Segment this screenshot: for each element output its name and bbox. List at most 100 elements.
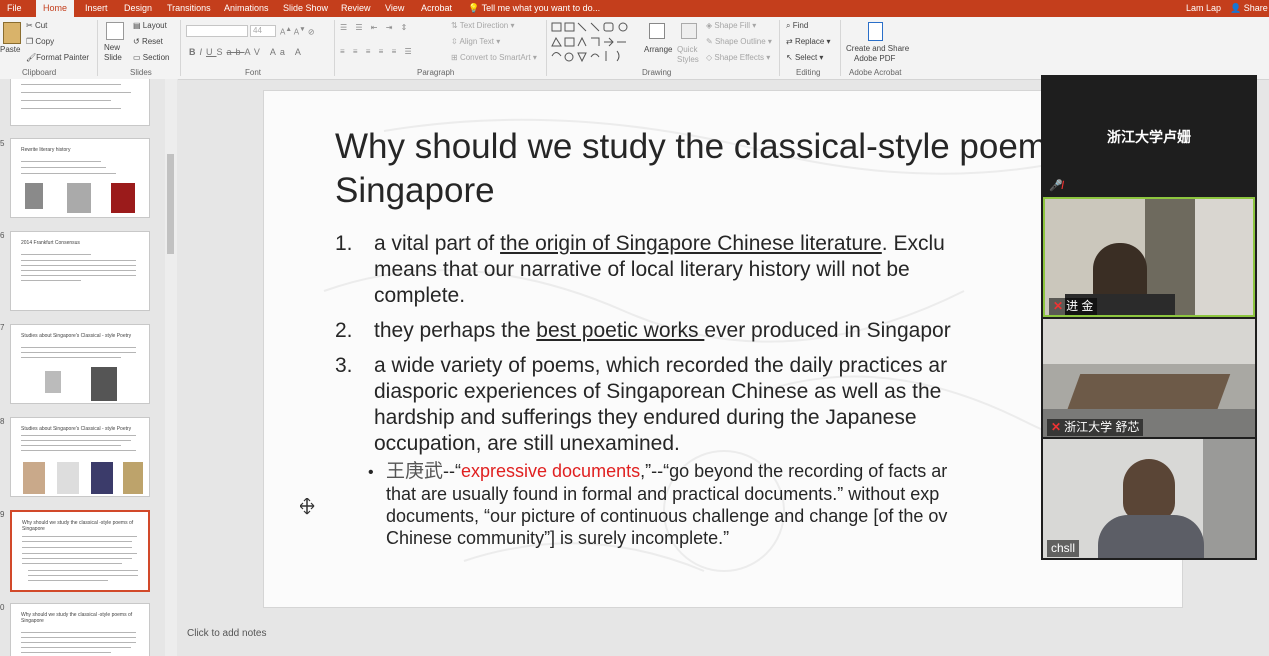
shape-effects-button[interactable]: ◇ Shape Effects ▾	[706, 53, 770, 63]
tab-review[interactable]: Review	[334, 0, 378, 17]
layout-button[interactable]: ▤ Layout	[133, 21, 167, 31]
text-direction-button[interactable]: ⇅ Text Direction ▾	[451, 21, 515, 31]
sub-point-line-4[interactable]: Chinese community”] is surely incomplete…	[386, 527, 729, 549]
format-painter-button[interactable]: 🖌Format Painter	[26, 53, 89, 63]
divider	[97, 20, 98, 76]
notes-pane[interactable]: Click to add notes	[178, 620, 1269, 656]
point-3-line-1[interactable]: a wide variety of poems, which recorded …	[374, 353, 947, 379]
replace-icon: ⇄	[786, 37, 793, 46]
tab-transitions[interactable]: Transitions	[160, 0, 218, 17]
copy-button[interactable]: ❐ Copy	[26, 37, 54, 47]
video-tile-speaker[interactable]: chsll	[1043, 439, 1255, 558]
thumb-text-line	[21, 270, 136, 271]
tab-design[interactable]: Design	[117, 0, 159, 17]
thumb-text-line	[21, 173, 116, 174]
font-size-box[interactable]: 44	[250, 25, 276, 37]
reset-button[interactable]: ↺ Reset	[133, 37, 163, 47]
thumbnail-scrollbar[interactable]	[165, 79, 177, 656]
slide-thumbnail-9-selected[interactable]: Why should we study the classical -style…	[10, 510, 150, 592]
shape-fill-label: Shape Fill	[714, 21, 750, 30]
sub-text-rest: ,”--“go beyond the recording of facts ar	[640, 461, 948, 481]
align-text-button[interactable]: ⇳ Align Text ▾	[451, 37, 500, 47]
thumb-text-line	[21, 265, 136, 266]
find-button[interactable]: ⌕ Find	[786, 21, 808, 31]
slide-title[interactable]: Why should we study the classical-style …	[335, 125, 1115, 213]
align-buttons[interactable]: ≡ ≡ ≡ ≡ ≡ ☰	[340, 47, 415, 57]
user-name[interactable]: Lam Lap	[1186, 0, 1221, 17]
point-3-line-3[interactable]: hardship and sufferings they endured dur…	[374, 405, 917, 431]
layout-icon: ▤	[133, 21, 141, 30]
copy-icon: ❐	[26, 37, 34, 46]
create-share-button[interactable]: Create and Share	[846, 44, 909, 54]
slide-thumbnail-6[interactable]: 2014 Frankfurt Consensus	[10, 231, 150, 311]
replace-button[interactable]: ⇄ Replace ▾	[786, 37, 831, 47]
thumb-text-line	[21, 280, 81, 281]
tab-home[interactable]: Home	[36, 0, 75, 17]
section-button[interactable]: ▭ Section	[133, 53, 169, 63]
paste-icon[interactable]	[3, 22, 21, 44]
select-button[interactable]: ↖ Select ▾	[786, 53, 823, 63]
video-tile-active-speaker[interactable]: ✕ 进 金	[1043, 197, 1255, 317]
share-button[interactable]: 👤 Share	[1230, 0, 1268, 17]
tab-slide-show[interactable]: Slide Show	[276, 0, 335, 17]
notes-placeholder[interactable]: Click to add notes	[187, 628, 267, 639]
point-2-underlined: best poetic works	[536, 319, 705, 342]
sub-point-line-2[interactable]: that are usually found in formal and pra…	[386, 483, 939, 505]
arrange-icon[interactable]	[649, 23, 665, 39]
room-wall	[1043, 319, 1255, 364]
convert-smartart-label: Convert to SmartArt	[459, 53, 531, 62]
section-icon: ▭	[133, 53, 141, 62]
new-slide-button[interactable]: New Slide	[104, 43, 128, 63]
align-text-icon: ⇳	[451, 37, 458, 46]
tab-view[interactable]: View	[378, 0, 411, 17]
quick-styles-button[interactable]: Quick Styles	[677, 45, 703, 65]
thumb-image	[25, 183, 43, 209]
tab-acrobat[interactable]: Acrobat	[414, 0, 459, 17]
effects-icon: ◇	[706, 53, 713, 62]
list-buttons[interactable]: ☰ ☰ ⇤ ⇥ ⇕	[340, 23, 410, 33]
arrange-button[interactable]: Arrange	[644, 45, 672, 55]
cut-button[interactable]: ✂ Cut	[26, 21, 47, 31]
point-3-line-2[interactable]: diasporic experiences of Singaporean Chi…	[374, 379, 941, 405]
slide-thumbnail-10[interactable]: Why should we study the classical -style…	[10, 603, 150, 656]
adobe-pdf-icon[interactable]	[868, 22, 883, 41]
sub-point-line-1[interactable]: 王庚武--“expressive documents,”--“go beyond…	[386, 460, 947, 482]
tab-file[interactable]: File	[0, 0, 29, 17]
font-name-box[interactable]	[186, 25, 248, 37]
format-painter-label: Format Painter	[36, 53, 90, 62]
font-style-buttons[interactable]: BIUSabAV Aa A	[189, 47, 305, 57]
new-slide-icon[interactable]	[106, 22, 124, 40]
align-text-label: Align Text	[459, 37, 495, 46]
point-1-number: 1.	[335, 232, 353, 255]
tab-animations[interactable]: Animations	[217, 0, 276, 17]
quick-styles-icon[interactable]	[681, 23, 697, 39]
paste-button[interactable]: Paste	[0, 45, 20, 55]
tab-insert[interactable]: Insert	[78, 0, 115, 17]
thumb-text-line	[21, 632, 136, 633]
slide-thumbnail-4[interactable]	[10, 79, 150, 126]
font-size-buttons[interactable]: A▲ A▼ ⊘	[280, 25, 315, 38]
video-tile-name-only[interactable]: 浙江大学卢姗 🎤̸	[1043, 77, 1255, 195]
convert-smartart-button[interactable]: ⊞ Convert to SmartArt ▾	[451, 53, 537, 63]
slide-thumbnail-5[interactable]: Rewrite literary history	[10, 138, 150, 218]
shapes-gallery[interactable]	[551, 21, 641, 63]
point-1-line-2[interactable]: means that our narrative of local litera…	[374, 257, 910, 283]
font-group-label: Font	[245, 68, 262, 77]
thumb-text-line	[21, 167, 106, 168]
shape-outline-button[interactable]: ✎ Shape Outline ▾	[706, 37, 772, 47]
slide-number: 9	[0, 510, 5, 519]
thumb-text-line	[21, 254, 91, 255]
shape-fill-button[interactable]: ◈ Shape Fill ▾	[706, 21, 756, 31]
scissors-icon: ✂	[26, 21, 33, 30]
point-3-line-4[interactable]: occupation, are still unexamined.	[374, 431, 680, 457]
slide-thumbnail-7[interactable]: Studies about Singapore's Classical - st…	[10, 324, 150, 404]
slide-number: 5	[0, 139, 5, 148]
scrollbar-thumb[interactable]	[167, 154, 174, 254]
sub-point-line-3[interactable]: documents, “our picture of continuous ch…	[386, 505, 947, 527]
point-1-line-3[interactable]: complete.	[374, 283, 465, 309]
tell-me-box[interactable]: 💡 Tell me what you want to do...	[468, 0, 600, 17]
video-tile-classroom[interactable]: ✕ 浙江大学 舒芯	[1043, 319, 1255, 437]
share-label: Share	[1243, 3, 1268, 13]
slide-thumbnail-8[interactable]: Studies about Singapore's Classical - st…	[10, 417, 150, 497]
slide-thumbnails-pane[interactable]: 5 Rewrite literary history 6 2014 Frankf…	[0, 79, 178, 656]
